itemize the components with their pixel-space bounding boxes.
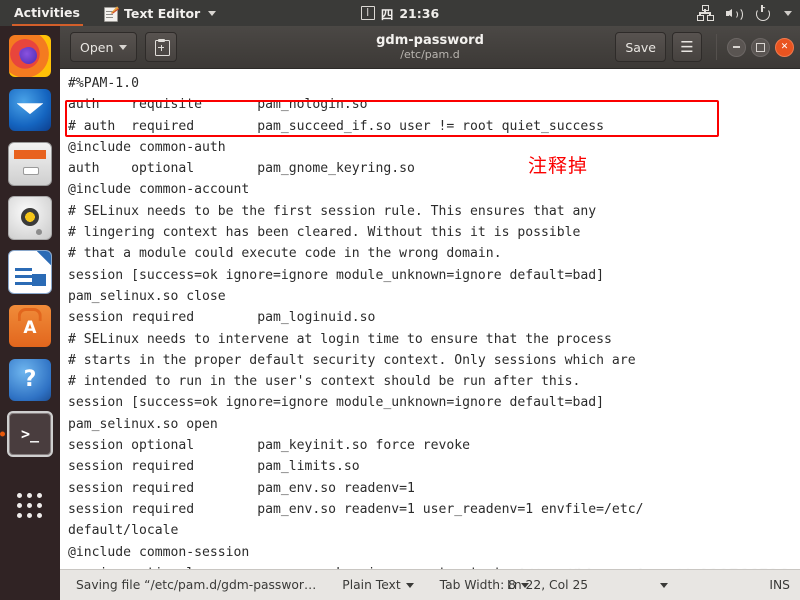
chevron-down-icon	[405, 582, 414, 588]
help-letter: ?	[23, 367, 37, 392]
ubuntu-dock: A ? >_	[0, 26, 60, 600]
window-controls: ✕	[716, 34, 794, 60]
dock-item-terminal[interactable]: >_	[0, 410, 54, 458]
notepad-icon	[103, 6, 118, 22]
insert-mode-indicator: INS	[769, 578, 790, 592]
close-button[interactable]: ✕	[775, 37, 794, 57]
language-label: Plain Text	[342, 578, 401, 592]
chevron-down-icon	[119, 44, 128, 50]
dock-item-ubuntu-software[interactable]: A	[6, 302, 54, 350]
status-saving-message: Saving file “/etc/pam.d/gdm-passwor…	[76, 578, 316, 592]
status-saving-label: Saving file “/etc/pam.d/gdm-passwor…	[76, 578, 317, 592]
app-menu-label: Text Editor	[123, 5, 201, 21]
help-icon: ?	[9, 359, 51, 401]
system-status-area[interactable]	[697, 0, 792, 26]
new-document-button[interactable]	[145, 32, 178, 62]
files-icon	[8, 142, 52, 186]
hamburger-menu-icon: ☰	[680, 38, 694, 56]
firefox-icon	[9, 35, 51, 77]
editor-area[interactable]: #%PAM-1.0 auth requisite pam_nologin.so …	[60, 69, 800, 569]
clock-day: 四	[380, 6, 394, 22]
cursor-position-indicator[interactable]: Ln 22, Col 25	[507, 578, 588, 592]
text-editor-window: Open gdm-password /etc/pam.d Save ☰ ✕ #%…	[60, 26, 800, 600]
calendar-icon	[360, 6, 375, 20]
network-wired-icon	[697, 5, 714, 21]
chevron-down-icon	[208, 10, 217, 16]
open-button-label: Open	[80, 39, 114, 55]
cursor-position-label: Ln 22, Col 25	[507, 578, 589, 592]
language-selector[interactable]: Plain Text	[342, 578, 414, 592]
power-icon	[755, 5, 771, 21]
thunderbird-icon	[9, 89, 51, 131]
running-indicator-dot	[0, 431, 5, 437]
chevron-down-icon	[784, 10, 792, 16]
rhythmbox-icon	[8, 196, 52, 240]
dock-item-help[interactable]: ?	[6, 356, 54, 404]
ubuntu-software-letter: A	[23, 318, 37, 339]
chevron-down-icon[interactable]	[660, 582, 668, 588]
activities-button[interactable]: Activities	[0, 0, 89, 26]
maximize-button[interactable]	[751, 37, 770, 57]
app-grid-icon	[17, 493, 43, 519]
libreoffice-writer-icon	[8, 250, 52, 294]
new-document-icon	[154, 38, 170, 56]
minimize-button[interactable]	[727, 37, 746, 57]
dock-item-files[interactable]	[6, 140, 54, 188]
ubuntu-software-icon: A	[9, 305, 51, 347]
header-right-controls: Save ☰ ✕	[615, 32, 794, 62]
app-menu-button[interactable]: Text Editor	[103, 5, 217, 22]
save-button[interactable]: Save	[615, 32, 666, 62]
insert-mode-label: INS	[769, 578, 790, 592]
show-applications-button[interactable]	[6, 482, 54, 530]
gnome-top-bar: Activities Text Editor 四 21:36	[0, 0, 800, 26]
activities-label: Activities	[14, 5, 80, 20]
status-bar: Saving file “/etc/pam.d/gdm-passwor… Pla…	[60, 569, 800, 600]
clock-time: 21:36	[399, 5, 440, 21]
volume-icon	[726, 5, 743, 22]
dock-item-libreoffice-writer[interactable]	[6, 248, 54, 296]
save-button-label: Save	[625, 39, 656, 55]
hamburger-menu-button[interactable]: ☰	[672, 32, 702, 62]
dock-item-firefox[interactable]	[6, 32, 54, 80]
open-button[interactable]: Open	[70, 32, 138, 62]
desktop-screen: Activities Text Editor 四 21:36 A ? >_ Op…	[0, 0, 800, 600]
editor-text-content: #%PAM-1.0 auth requisite pam_nologin.so …	[68, 76, 644, 569]
window-subtitle: /etc/pam.d	[400, 48, 460, 61]
dock-item-thunderbird[interactable]	[6, 86, 54, 134]
terminal-prompt-glyph: >_	[20, 425, 40, 443]
dock-item-rhythmbox[interactable]	[6, 194, 54, 242]
tab-width-label: Tab Width: 8	[439, 578, 516, 592]
window-title: gdm-password	[376, 33, 484, 48]
editor-text[interactable]: #%PAM-1.0 auth requisite pam_nologin.so …	[60, 69, 800, 569]
window-header-bar: Open gdm-password /etc/pam.d Save ☰ ✕	[60, 26, 800, 69]
terminal-icon: >_	[7, 411, 53, 457]
